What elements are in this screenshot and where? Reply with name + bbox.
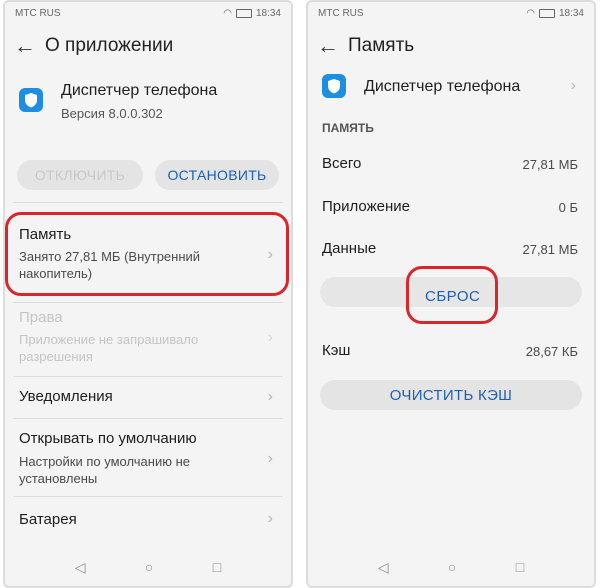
app-name: Диспетчер телефона — [61, 82, 218, 99]
chevron-right-icon: › — [570, 77, 576, 94]
shield-icon — [322, 74, 346, 98]
cache-value: 28,67 КБ — [525, 344, 578, 359]
wifi-icon: ◠ — [526, 7, 535, 19]
phone-screen-app-info: МТС RUS ◠ 18:34 ← О приложении Диспетчер… — [3, 0, 293, 588]
nav-recents-icon[interactable]: □ — [213, 559, 221, 575]
battery-icon — [538, 8, 555, 18]
page-title: О приложении — [45, 35, 174, 56]
carrier-label: МТС RUS — [318, 7, 364, 19]
reset-button[interactable]: СБРОС — [425, 288, 480, 305]
memory-sub-2: накопитель) — [19, 266, 93, 281]
section-header: ПАМЯТЬ — [322, 121, 374, 135]
row-app-value: 0 Б — [558, 200, 578, 215]
app-bar: ← О приложении — [5, 28, 291, 64]
back-arrow-icon[interactable]: ← — [5, 28, 45, 64]
row-data-value: 27,81 МБ — [522, 242, 578, 257]
cache-label: Кэш — [322, 342, 351, 359]
nav-home-icon[interactable]: ○ — [448, 559, 456, 575]
nav-home-icon[interactable]: ○ — [145, 559, 153, 575]
chevron-right-icon: › — [267, 388, 273, 405]
divider — [13, 376, 283, 377]
chevron-right-icon: › — [267, 510, 273, 527]
status-bar: МТС RUS ◠ 18:34 — [308, 2, 594, 24]
row-app-label: Приложение — [322, 198, 410, 215]
open-by-default-label: Открывать по умолчанию — [19, 430, 197, 447]
chevron-right-icon: › — [267, 450, 273, 467]
open-by-default-sub-1: Настройки по умолчанию не — [19, 454, 190, 469]
disable-button[interactable]: ОТКЛЮЧИТЬ — [17, 160, 143, 190]
divider — [13, 302, 283, 303]
status-bar: МТС RUS ◠ 18:34 — [5, 2, 291, 24]
back-arrow-icon[interactable]: ← — [308, 28, 348, 64]
memory-label: Память — [19, 226, 72, 243]
wifi-icon: ◠ — [223, 7, 232, 19]
phone-screen-storage: МТС RUS ◠ 18:34 ← Память Диспетчер телеф… — [306, 0, 596, 588]
open-by-default-sub-2: установлены — [19, 471, 98, 486]
stop-button[interactable]: ОСТАНОВИТЬ — [155, 160, 279, 190]
permissions-label: Права — [19, 309, 63, 326]
nav-back-icon[interactable]: ◁ — [378, 559, 389, 576]
memory-sub-1: Занято 27,81 МБ (Внутренний — [19, 249, 201, 264]
clock: 18:34 — [558, 7, 584, 19]
battery-label: Батарея — [19, 511, 77, 528]
permissions-sub-1: Приложение не запрашивало — [19, 332, 199, 347]
app-bar: ← Память — [308, 28, 594, 64]
shield-icon — [19, 88, 43, 112]
row-data-label: Данные — [322, 240, 377, 257]
chevron-right-icon: › — [267, 246, 273, 263]
app-version: Версия 8.0.0.302 — [61, 106, 163, 121]
clear-cache-button[interactable]: ОЧИСТИТЬ КЭШ — [320, 380, 582, 410]
permissions-sub-2: разрешения — [19, 349, 93, 364]
page-title: Память — [348, 35, 415, 56]
carrier-label: МТС RUS — [15, 7, 61, 19]
nav-recents-icon[interactable]: □ — [516, 559, 524, 575]
app-name: Диспетчер телефона — [364, 78, 521, 95]
divider — [13, 496, 283, 497]
row-total-label: Всего — [322, 155, 362, 172]
row-total-value: 27,81 МБ — [522, 157, 578, 172]
nav-bar: ◁ ○ □ — [308, 548, 594, 586]
chevron-right-icon: › — [267, 329, 273, 346]
divider — [13, 202, 283, 203]
nav-back-icon[interactable]: ◁ — [75, 559, 86, 576]
notifications-label: Уведомления — [19, 388, 113, 405]
clock: 18:34 — [255, 7, 281, 19]
nav-bar: ◁ ○ □ — [5, 548, 291, 586]
battery-icon — [235, 8, 252, 18]
divider — [13, 418, 283, 419]
